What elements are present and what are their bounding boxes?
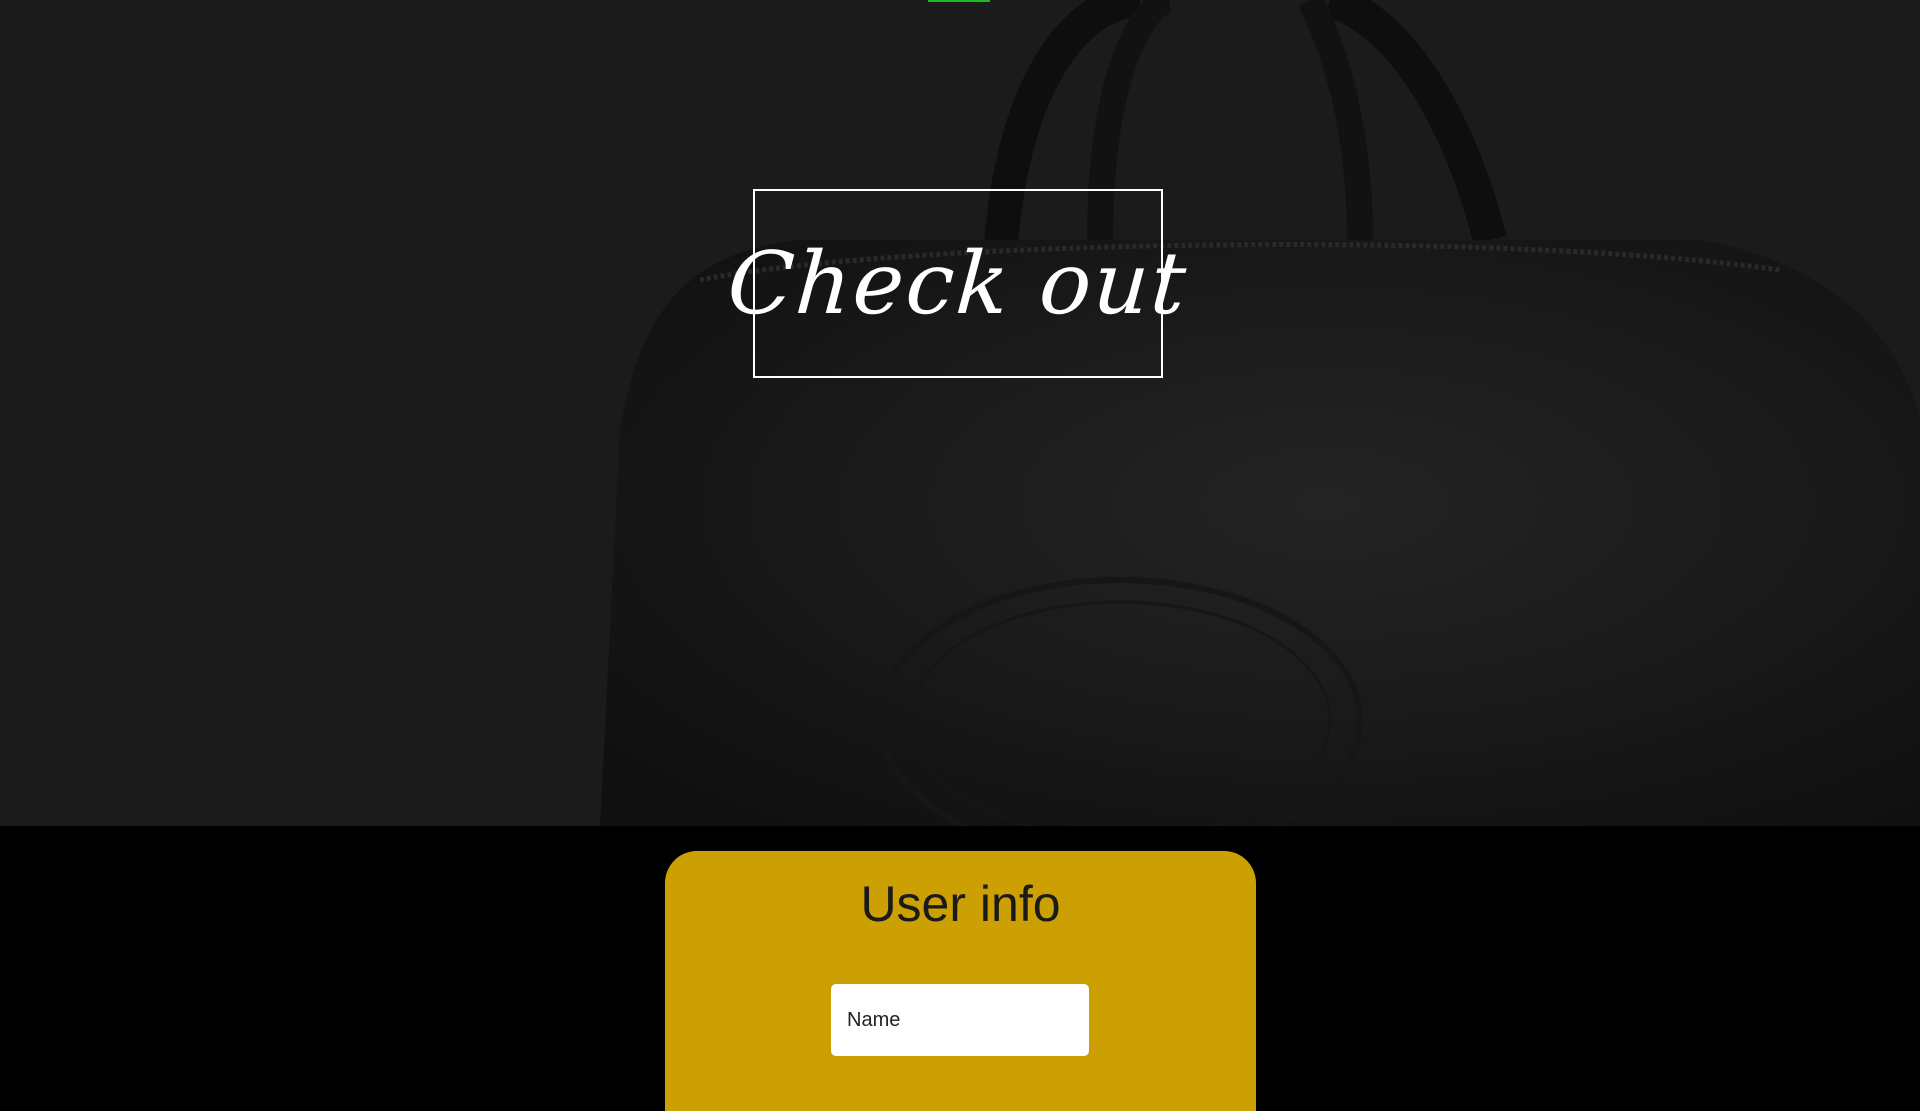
user-info-panel: User info [665, 851, 1256, 1111]
name-input[interactable] [831, 984, 1089, 1056]
hero-section: Check out [0, 0, 1920, 826]
user-info-title: User info [860, 876, 1061, 932]
page-title: Check out [724, 233, 1192, 334]
active-nav-indicator [928, 0, 990, 2]
leather-bag-image [600, 0, 1920, 826]
page-title-frame: Check out [725, 189, 1191, 378]
